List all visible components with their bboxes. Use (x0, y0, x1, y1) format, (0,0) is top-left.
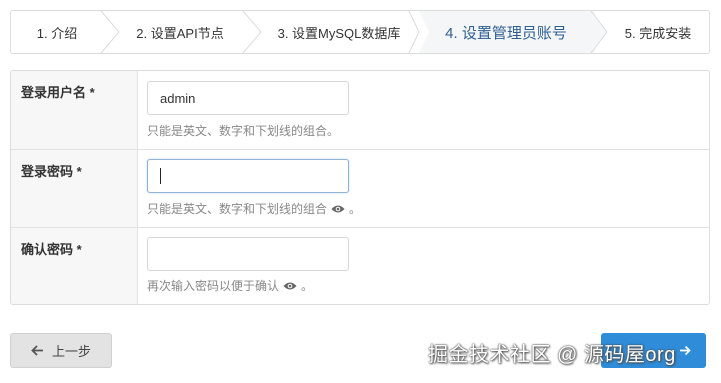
username-input[interactable]: admin (147, 81, 349, 115)
form-row-username: 登录用户名 * admin 只能是英文、数字和下划线的组合。 (11, 71, 709, 150)
step-mysql[interactable]: 3. 设置MySQL数据库 (259, 11, 419, 53)
confirm-hint: 再次输入密码以便于确认 。 (147, 277, 313, 294)
step-finish[interactable]: 5. 完成安装 (605, 11, 709, 53)
previous-step-label: 上一步 (51, 344, 91, 359)
watermark: 掘金技术社区 @ 源码屋org (428, 344, 676, 366)
install-steps: 1. 介绍 2. 设置API节点 3. 设置MySQL数据库 4. 设置管理员账… (10, 10, 710, 54)
step-label: 1. 介绍 (36, 25, 78, 41)
confirm-hint-text: 再次输入密码以便于确认 (147, 279, 280, 293)
step-label: 5. 完成安装 (624, 25, 692, 41)
username-label: 登录用户名 * (11, 71, 138, 149)
password-hint-period: 。 (349, 202, 362, 216)
eye-icon[interactable] (331, 204, 345, 214)
text-caret (160, 168, 161, 184)
password-hint-text: 只能是英文、数字和下划线的组合 (147, 202, 328, 216)
password-label: 登录密码 * (11, 150, 138, 227)
form-row-confirm: 确认密码 * 再次输入密码以便于确认 。 (11, 228, 709, 304)
username-hint: 只能是英文、数字和下划线的组合。 (147, 124, 340, 138)
username-value: admin (160, 90, 196, 106)
step-separator (407, 11, 429, 53)
form-cell: admin 只能是英文、数字和下划线的组合。 (138, 71, 709, 149)
step-api-node[interactable]: 2. 设置API节点 (115, 11, 245, 53)
step-admin-account[interactable]: 4. 设置管理员账号 (417, 11, 595, 53)
confirm-hint-period: 。 (301, 279, 314, 293)
step-label: 4. 设置管理员账号 (445, 24, 567, 42)
arrow-right-icon (680, 345, 691, 356)
eye-icon[interactable] (283, 281, 297, 291)
confirm-label: 确认密码 * (11, 228, 138, 304)
step-intro[interactable]: 1. 介绍 (11, 11, 103, 53)
confirm-password-input[interactable] (147, 237, 349, 271)
step-label: 3. 设置MySQL数据库 (277, 25, 401, 41)
form-cell: 再次输入密码以便于确认 。 (138, 228, 709, 304)
password-hint: 只能是英文、数字和下划线的组合 。 (147, 200, 361, 217)
password-input[interactable] (147, 159, 349, 193)
step-label: 2. 设置API节点 (136, 25, 224, 41)
form-row-password: 登录密码 * 只能是英文、数字和下划线的组合 。 (11, 150, 709, 228)
previous-step-button[interactable]: 上一步 (10, 333, 112, 368)
admin-account-form: 登录用户名 * admin 只能是英文、数字和下划线的组合。 登录密码 * 只能… (10, 70, 710, 305)
form-cell: 只能是英文、数字和下划线的组合 。 (138, 150, 709, 227)
arrow-left-icon (31, 345, 43, 356)
